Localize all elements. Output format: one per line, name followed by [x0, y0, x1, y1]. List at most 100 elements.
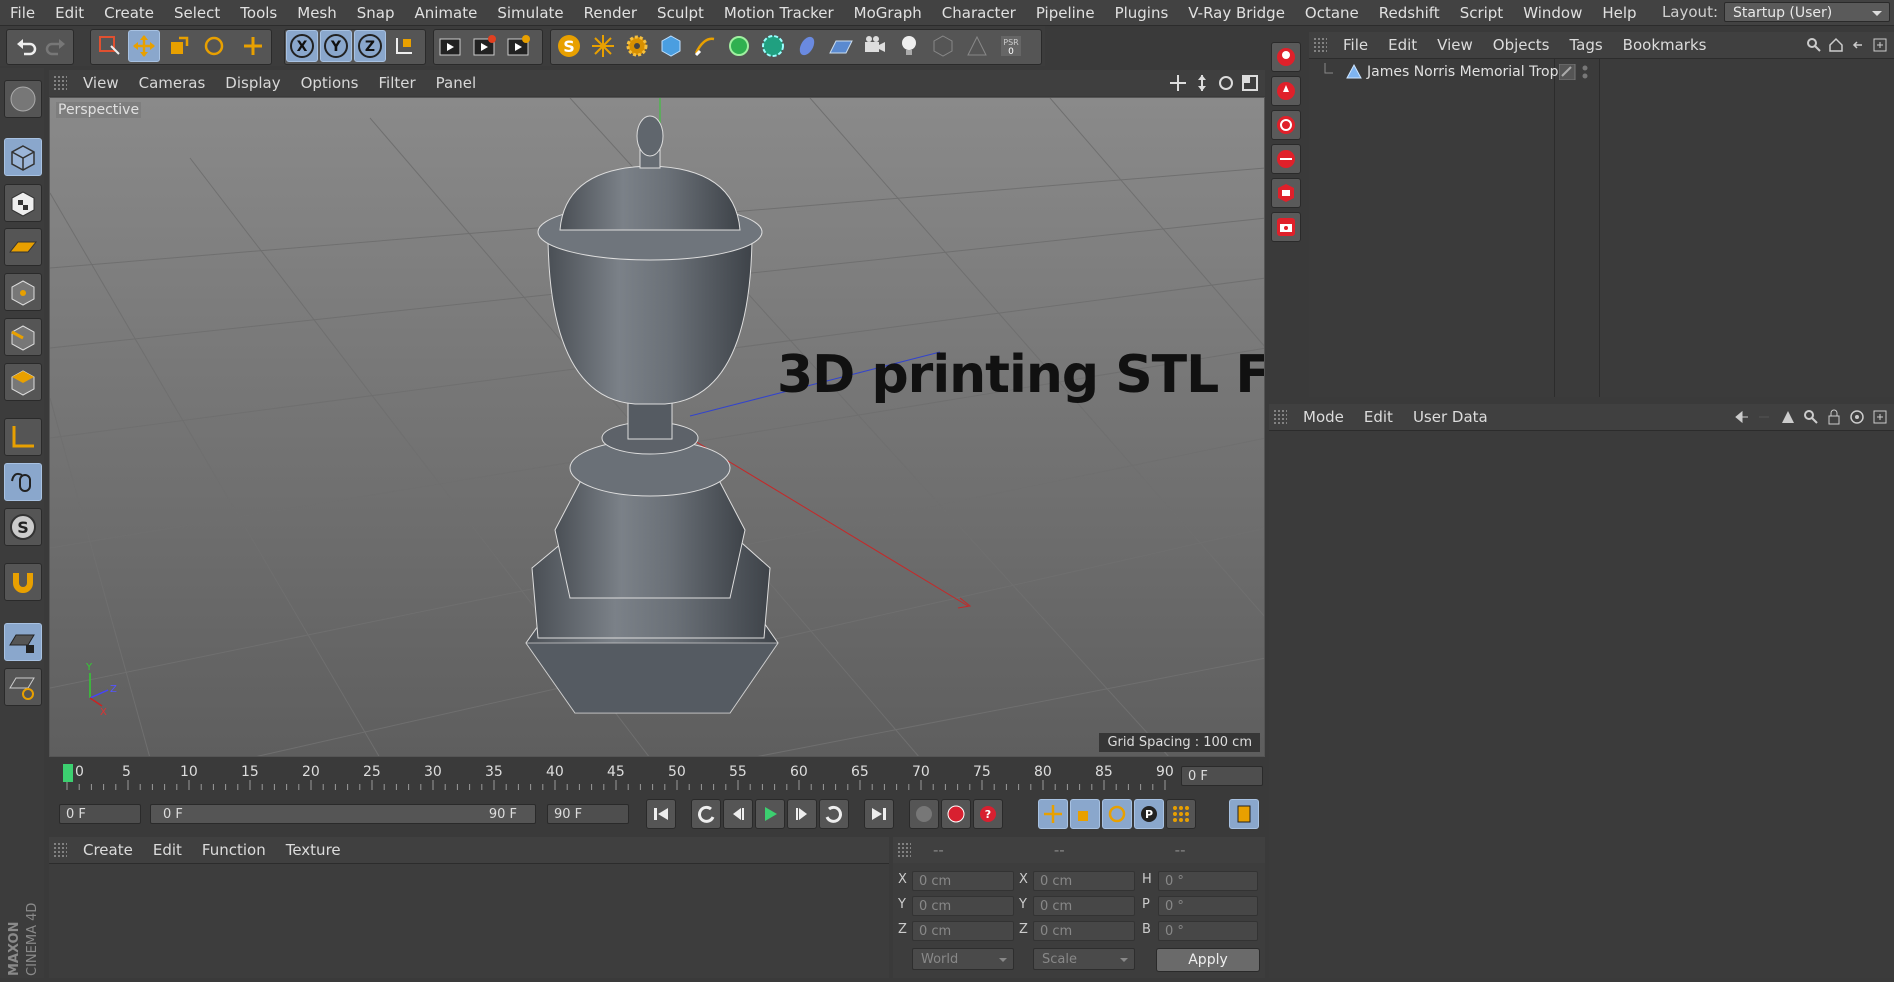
objects-menu-edit[interactable]: Edit — [1378, 36, 1427, 54]
keyframe-selection-icon[interactable]: ? — [973, 799, 1003, 829]
menu-tools[interactable]: Tools — [230, 4, 287, 22]
locked-workplane-icon[interactable] — [4, 623, 42, 661]
octane-material-icon[interactable] — [1271, 144, 1301, 174]
rotation-b-field[interactable]: 0 ° — [1158, 921, 1258, 941]
viewport-menu-cameras[interactable]: Cameras — [129, 74, 216, 92]
auto-keying-icon[interactable] — [941, 799, 971, 829]
apply-button[interactable]: Apply — [1156, 948, 1260, 972]
menu-mesh[interactable]: Mesh — [287, 4, 347, 22]
size-x-field[interactable]: 0 cm — [1033, 871, 1135, 891]
coordinate-space-dropdown[interactable]: World — [912, 948, 1014, 970]
emitter-icon[interactable] — [587, 30, 619, 62]
tweak-mode-icon[interactable] — [4, 463, 42, 501]
sculpt-icon[interactable] — [961, 30, 993, 62]
current-frame-field[interactable]: 0 F — [1181, 766, 1263, 786]
key-scale-icon[interactable] — [1070, 799, 1100, 829]
gear-icon[interactable] — [621, 30, 653, 62]
octane-light-icon[interactable] — [1271, 76, 1301, 106]
polygons-mode-icon[interactable] — [4, 363, 42, 401]
viewport-menu-filter[interactable]: Filter — [368, 74, 425, 92]
material-menu-edit[interactable]: Edit — [143, 841, 192, 859]
play-icon[interactable] — [755, 799, 785, 829]
nurbs-icon[interactable] — [723, 30, 755, 62]
menu-simulate[interactable]: Simulate — [487, 4, 573, 22]
layout-select[interactable]: Startup (User) — [1724, 2, 1890, 22]
timeline-window-icon[interactable] — [1229, 799, 1259, 829]
pen-spline-icon[interactable] — [689, 30, 721, 62]
menu-edit[interactable]: Edit — [45, 4, 94, 22]
material-menu-texture[interactable]: Texture — [276, 841, 351, 859]
key-parameter-icon[interactable]: P — [1134, 799, 1164, 829]
forward-arrow-icon[interactable] — [1757, 409, 1773, 425]
cube-primitive-icon[interactable] — [655, 30, 687, 62]
rotation-h-field[interactable]: 0 ° — [1158, 871, 1258, 891]
attributes-menu-edit[interactable]: Edit — [1354, 408, 1403, 426]
light-icon[interactable] — [893, 30, 925, 62]
home-icon[interactable] — [1828, 37, 1844, 53]
menu-mograph[interactable]: MoGraph — [844, 4, 932, 22]
undo-icon[interactable] — [10, 30, 42, 62]
maximize-view-icon[interactable] — [1241, 74, 1259, 92]
menu-sculpt[interactable]: Sculpt — [647, 4, 714, 22]
material-menu-function[interactable]: Function — [192, 841, 276, 859]
menu-animate[interactable]: Animate — [405, 4, 488, 22]
render-settings-icon[interactable] — [503, 30, 535, 62]
size-mode-dropdown[interactable]: Scale — [1033, 948, 1135, 970]
position-z-field[interactable]: 0 cm — [912, 921, 1014, 941]
orbit-icon[interactable] — [1217, 74, 1235, 92]
menu-redshift[interactable]: Redshift — [1369, 4, 1450, 22]
deformer-icon[interactable] — [791, 30, 823, 62]
record-disabled-icon[interactable] — [909, 799, 939, 829]
previous-key-icon[interactable] — [691, 799, 721, 829]
viewport-menu-panel[interactable]: Panel — [426, 74, 486, 92]
end-frame-field[interactable]: 90 F — [547, 804, 629, 824]
points-mode-icon[interactable] — [4, 273, 42, 311]
go-to-end-icon[interactable] — [864, 799, 894, 829]
render-picture-viewer-icon[interactable] — [469, 30, 501, 62]
menu-window[interactable]: Window — [1513, 4, 1592, 22]
viewport-menu-view[interactable]: View — [73, 74, 129, 92]
menu-create[interactable]: Create — [94, 4, 164, 22]
octane-settings-icon[interactable] — [1271, 178, 1301, 208]
pan-icon[interactable] — [1169, 74, 1187, 92]
script-icon[interactable]: S — [553, 30, 585, 62]
search-icon[interactable] — [1806, 37, 1822, 53]
objects-menu-bookmarks[interactable]: Bookmarks — [1613, 36, 1717, 54]
planar-workplane-icon[interactable] — [4, 668, 42, 706]
move-tool-icon[interactable] — [128, 30, 160, 62]
menu-render[interactable]: Render — [574, 4, 647, 22]
search-icon[interactable] — [1803, 409, 1819, 425]
edges-mode-icon[interactable] — [4, 318, 42, 356]
render-view-icon[interactable] — [435, 30, 467, 62]
live-selection-icon[interactable] — [93, 30, 125, 62]
menu-pipeline[interactable]: Pipeline — [1026, 4, 1105, 22]
viewport-menu-display[interactable]: Display — [215, 74, 290, 92]
objects-menu-objects[interactable]: Objects — [1483, 36, 1560, 54]
next-frame-icon[interactable] — [787, 799, 817, 829]
attributes-menu-mode[interactable]: Mode — [1293, 408, 1354, 426]
start-frame-field[interactable]: 0 F — [59, 804, 141, 824]
rotation-p-field[interactable]: 0 ° — [1158, 896, 1258, 916]
menu-file[interactable]: File — [0, 4, 45, 22]
octane-object-icon[interactable] — [1271, 110, 1301, 140]
menu-motion-tracker[interactable]: Motion Tracker — [714, 4, 844, 22]
back-arrow-icon[interactable] — [1734, 409, 1750, 425]
octane-camera-icon[interactable] — [1271, 212, 1301, 242]
size-y-field[interactable]: 0 cm — [1033, 896, 1135, 916]
workplane-icon[interactable] — [4, 228, 42, 266]
z-axis-lock-icon[interactable]: Z — [354, 30, 386, 62]
axis-mode-icon[interactable] — [4, 418, 42, 456]
material-menu-create[interactable]: Create — [73, 841, 143, 859]
snap-magnet-icon[interactable] — [4, 563, 42, 601]
menu-octane[interactable]: Octane — [1295, 4, 1369, 22]
dolly-icon[interactable] — [1193, 74, 1211, 92]
target-icon[interactable] — [1849, 409, 1865, 425]
preview-range-slider[interactable]: 0 F 90 F — [150, 804, 536, 824]
sky-icon[interactable] — [927, 30, 959, 62]
texture-mode-icon[interactable] — [4, 184, 42, 222]
up-arrow-icon[interactable] — [1780, 409, 1796, 425]
make-editable-icon[interactable] — [4, 80, 42, 118]
solo-mode-icon[interactable]: S — [4, 508, 42, 546]
back-icon[interactable] — [1850, 37, 1866, 53]
cloner-icon[interactable] — [757, 30, 789, 62]
